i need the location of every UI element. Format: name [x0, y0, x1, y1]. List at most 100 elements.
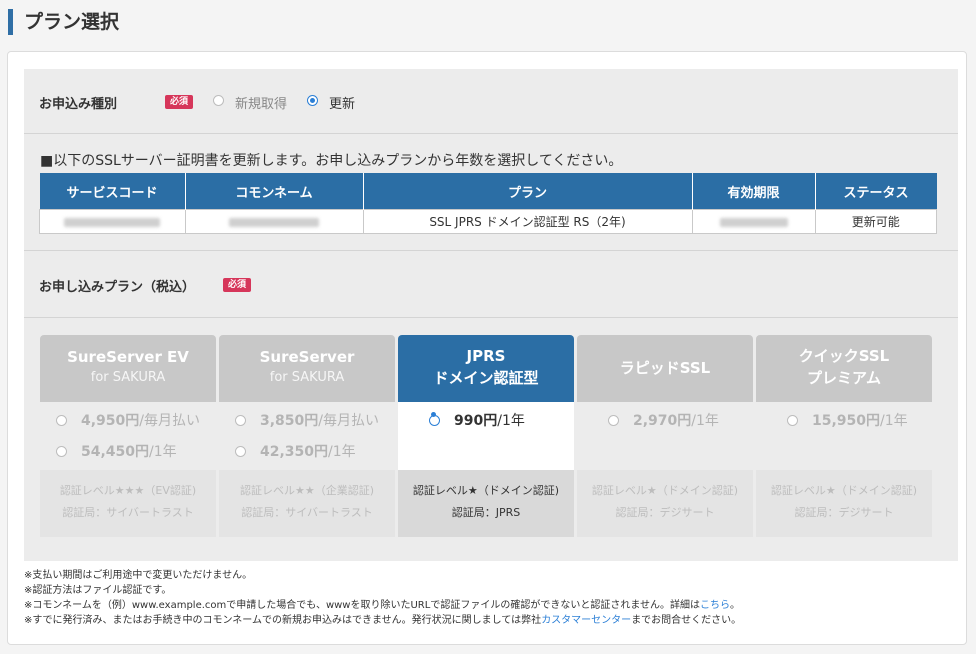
plan-prices: 3,850円/毎月払い 42,350円/1年	[219, 402, 395, 470]
renewal-notice: ■以下のSSLサーバー証明書を更新します。お申し込みプランから年数を選択してくだ…	[40, 153, 623, 169]
plan-name: SureServer EV	[67, 348, 189, 366]
plan-card-rapidssl[interactable]: ラピッドSSL 2,970円/1年 認証レベル★（ドメイン認証) 認証局：デジサ…	[577, 335, 753, 537]
plan-name: SureServer	[259, 348, 355, 366]
plan-footer: 認証レベル★★★（EV認証) 認証局：サイバートラスト	[40, 470, 216, 537]
plan-card-sureserver-ev[interactable]: SureServer EV for SAKURA 4,950円/毎月払い 54,…	[40, 335, 216, 537]
plan-section-label: お申し込みプラン（税込）	[39, 280, 196, 295]
plan-footer: 認証レベル★（ドメイン認証) 認証局：JPRS	[398, 470, 574, 537]
plan-card-jprs[interactable]: JPRS ドメイン認証型 990円/1年 認証レベル★（ドメイン認証) 認証局：…	[398, 335, 574, 537]
plan-level: 認証レベル★（ドメイン認証)	[412, 484, 560, 497]
radio-new-label[interactable]: 新規取得	[235, 93, 287, 112]
col-plan: プラン	[363, 173, 693, 210]
expiry-cell	[691, 209, 816, 234]
price-option[interactable]: 3,850円/毎月払い	[235, 410, 379, 430]
price-radio[interactable]	[235, 415, 246, 426]
plan-header: SureServer for SAKURA	[219, 335, 395, 402]
plan-prices: 2,970円/1年	[577, 402, 753, 470]
price-unit: /1年	[880, 413, 908, 429]
plan-issuer: 認証局：JPRS	[451, 506, 521, 519]
price-radio[interactable]	[56, 446, 67, 457]
common-name-cell	[184, 209, 364, 234]
note-line: ※コモンネームを（例）www.example.comで申請した場合でも、wwwを…	[24, 600, 741, 611]
plan-header: ラピッドSSL	[577, 335, 753, 402]
plan-level: 認証レベル★（ドメイン認証)	[770, 484, 918, 497]
radio-new[interactable]	[213, 95, 224, 106]
plan-issuer: 認証局：サイバートラスト	[241, 506, 373, 519]
plan-prices: 4,950円/毎月払い 54,450円/1年	[40, 402, 216, 470]
redacted-value	[64, 217, 161, 227]
price-amount: 990円	[454, 413, 498, 429]
price-unit: /1年	[691, 413, 719, 429]
price-unit: /毎月払い	[139, 413, 201, 429]
col-status: ステータス	[815, 173, 937, 210]
customer-center-link[interactable]: カスタマーセンター	[541, 615, 631, 626]
required-badge: 必須	[165, 95, 194, 109]
plan-header: クイックSSL プレミアム	[756, 335, 932, 402]
application-type-row: お申込み種別 必須 新規取得 更新	[24, 69, 958, 134]
price-amount: 42,350円	[260, 444, 329, 460]
plan-prices: 990円/1年	[398, 402, 574, 470]
price-option[interactable]: 990円/1年	[429, 410, 525, 430]
note-line: ※支払い期間はご利用途中で変更いただけません。	[24, 570, 253, 581]
plan-level: 認証レベル★★★（EV認証)	[59, 484, 197, 497]
price-radio[interactable]	[608, 415, 619, 426]
plan-level: 認証レベル★（ドメイン認証)	[591, 484, 739, 497]
price-unit: /1年	[497, 413, 525, 429]
price-amount: 4,950円	[81, 413, 140, 429]
note-line: ※認証方法はファイル認証です。	[24, 585, 172, 596]
radio-renew[interactable]	[307, 95, 318, 106]
price-amount: 3,850円	[260, 413, 319, 429]
price-radio[interactable]	[56, 415, 67, 426]
notes: ※支払い期間はご利用途中で変更いただけません。 ※認証方法はファイル認証です。 …	[24, 568, 741, 628]
plan-issuer: 認証局：デジサート	[615, 506, 715, 519]
form-area: お申込み種別 必須 新規取得 更新 ■以下のSSLサーバー証明書を更新します。お…	[24, 69, 958, 561]
service-table: サービスコード コモンネーム プラン 有効期限 ステータス SSL JPRS ド…	[39, 173, 937, 234]
plan-subname: for SAKURA	[90, 370, 166, 385]
renewal-row: ■以下のSSLサーバー証明書を更新します。お申し込みプランから年数を選択してくだ…	[24, 134, 958, 251]
plan-label-row: お申し込みプラン（税込） 必須	[24, 251, 958, 318]
price-radio[interactable]	[787, 415, 798, 426]
page-title: プラン選択	[8, 9, 119, 35]
price-unit: /1年	[149, 444, 177, 460]
price-option[interactable]: 54,450円/1年	[56, 441, 177, 461]
plan-footer: 認証レベル★（ドメイン認証) 認証局：デジサート	[577, 470, 753, 537]
price-radio[interactable]	[235, 446, 246, 457]
plan-name: ラピッドSSL	[619, 359, 711, 377]
price-unit: /毎月払い	[318, 413, 380, 429]
col-common-name: コモンネーム	[185, 173, 364, 210]
plan-subname: for SAKURA	[269, 370, 345, 385]
table-row: SSL JPRS ドメイン認証型 RS（2年) 更新可能	[39, 209, 937, 234]
plan-prices: 15,950円/1年	[756, 402, 932, 470]
plan-subname: プレミアム	[807, 369, 881, 387]
plan-card-quickssl[interactable]: クイックSSL プレミアム 15,950円/1年 認証レベル★（ドメイン認証) …	[756, 335, 932, 537]
price-radio-selected[interactable]	[429, 415, 440, 426]
redacted-value	[229, 217, 319, 227]
required-badge: 必須	[223, 278, 252, 292]
plan-issuer: 認証局：サイバートラスト	[62, 506, 194, 519]
price-amount: 15,950円	[812, 413, 881, 429]
price-amount: 2,970円	[633, 413, 692, 429]
status-cell: 更新可能	[814, 209, 937, 234]
note-line: ※すでに発行済み、またはお手続き中のコモンネームでの新規お申込みはできません。発…	[24, 615, 742, 626]
plan-footer: 認証レベル★★（企業認証) 認証局：サイバートラスト	[219, 470, 395, 537]
details-link[interactable]: こちら	[700, 600, 730, 611]
plan-card-sureserver[interactable]: SureServer for SAKURA 3,850円/毎月払い 42,350…	[219, 335, 395, 537]
price-amount: 54,450円	[81, 444, 150, 460]
price-option[interactable]: 2,970円/1年	[608, 410, 719, 430]
redacted-value	[719, 217, 788, 227]
radio-renew-label[interactable]: 更新	[329, 93, 355, 112]
plan-issuer: 認証局：デジサート	[794, 506, 894, 519]
col-expiry: 有効期限	[692, 173, 816, 210]
plan-name: クイックSSL	[798, 347, 890, 365]
price-option[interactable]: 15,950円/1年	[787, 410, 908, 430]
price-option[interactable]: 4,950円/毎月払い	[56, 410, 200, 430]
price-option[interactable]: 42,350円/1年	[235, 441, 356, 461]
plan-header: SureServer EV for SAKURA	[40, 335, 216, 402]
plan-header: JPRS ドメイン認証型	[398, 335, 574, 402]
plan-level: 認証レベル★★（企業認証)	[239, 484, 374, 497]
plan-name: JPRS	[466, 347, 506, 365]
plan-cell: SSL JPRS ドメイン認証型 RS（2年)	[362, 209, 693, 234]
application-type-label: お申込み種別	[39, 97, 118, 112]
plan-selection-panel: お申込み種別 必須 新規取得 更新 ■以下のSSLサーバー証明書を更新します。お…	[7, 51, 967, 645]
price-unit: /1年	[328, 444, 356, 460]
